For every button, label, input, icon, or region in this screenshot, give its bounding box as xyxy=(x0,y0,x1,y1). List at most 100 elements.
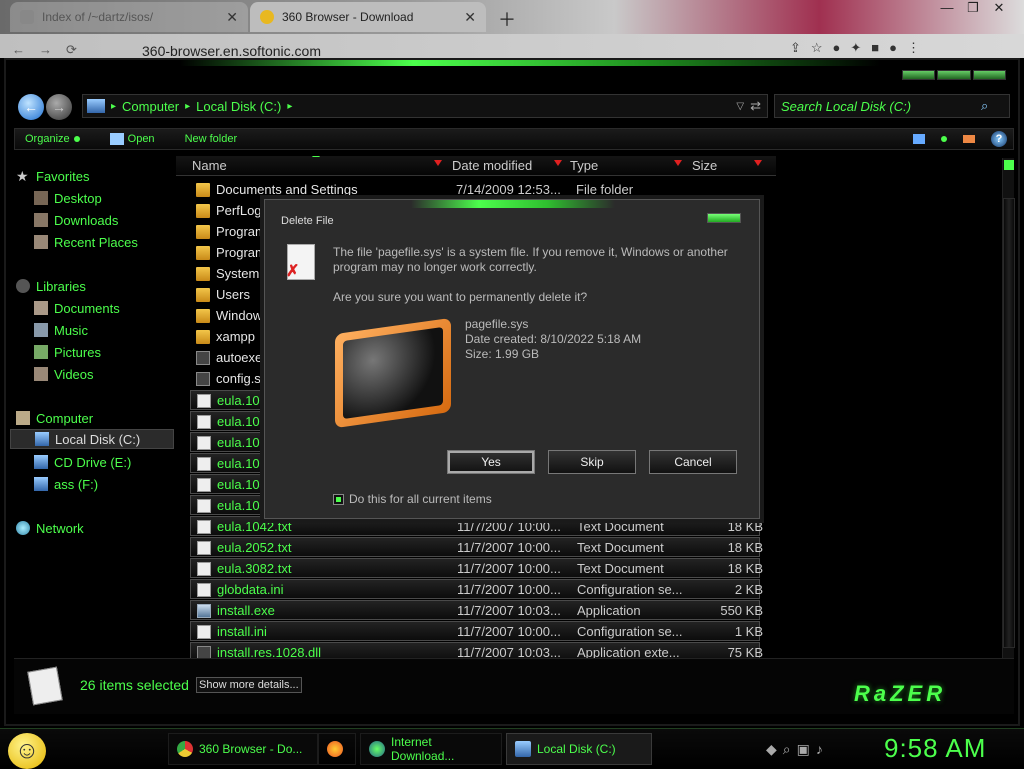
taskbar-item-360-browser[interactable]: 360 Browser - Do... xyxy=(168,733,318,765)
window-controls[interactable] xyxy=(902,70,1006,80)
skip-button[interactable]: Skip xyxy=(548,450,636,474)
text-file-icon xyxy=(197,457,211,471)
nav-computer[interactable]: Computer xyxy=(16,408,172,428)
back-button[interactable]: ← xyxy=(18,94,44,120)
page-icon xyxy=(20,10,34,24)
taskbar-item-firefox[interactable] xyxy=(318,733,356,765)
close-tab-icon[interactable]: ✕ xyxy=(226,9,238,26)
sort-icon[interactable] xyxy=(674,160,682,166)
nav-desktop[interactable]: Desktop xyxy=(16,188,172,208)
taskbar-clock[interactable]: 9:58 AM xyxy=(884,733,986,764)
open-button[interactable]: Open xyxy=(109,133,155,145)
vertical-scrollbar[interactable] xyxy=(1002,158,1015,714)
nav-favorites[interactable]: ★ Favorites xyxy=(16,166,172,186)
close-tab-icon[interactable]: ✕ xyxy=(464,9,476,26)
file-size: 1 KB xyxy=(734,624,763,639)
search-input[interactable] xyxy=(781,98,981,114)
browser-tab-360[interactable]: 360 Browser - Download ✕ xyxy=(250,2,486,32)
table-row[interactable]: eula.1042.txt 11/7/2007 10:00... Text Docu… xyxy=(190,516,763,536)
file-date: 11/7/2007 10:00... xyxy=(457,540,561,555)
breadcrumb-local-disk[interactable]: Local Disk (C:) xyxy=(196,99,281,114)
system-tray-icons[interactable]: ◆⌕▣♪ xyxy=(766,741,829,758)
view-controls: ? xyxy=(913,131,1007,147)
system-file-warning-icon: ✗ xyxy=(286,244,315,280)
file-type: Text Document xyxy=(577,561,664,576)
yes-button[interactable]: Yes xyxy=(447,450,535,474)
apply-all-checkbox[interactable] xyxy=(333,493,344,505)
taskbar-item-local-disk[interactable]: Local Disk (C:) xyxy=(506,733,652,765)
videos-icon xyxy=(34,367,48,381)
nav-ass-drive[interactable]: ass (F:) xyxy=(16,474,172,494)
view-icon[interactable] xyxy=(913,134,925,144)
nav-pictures[interactable]: Pictures xyxy=(16,342,172,362)
explorer-nav-bar: ← → ▸ Computer ▸ Local Disk (C:) ▸ ▽ ⇄ ⌕ xyxy=(14,90,1014,124)
dialog-title: Delete File xyxy=(281,215,334,227)
apply-all-checkbox-row[interactable]: Do this for all current items xyxy=(333,492,492,506)
url-field[interactable]: 360-browser.en.softonic.com xyxy=(142,43,321,59)
open-icon xyxy=(109,133,124,145)
browser-nav-icons[interactable]: ←→⟳ xyxy=(12,42,91,58)
browser-toolbar-icons[interactable]: ⇪☆●✦■●⋮ xyxy=(790,40,930,56)
file-date: 7/14/2009 12:53... xyxy=(456,182,561,197)
column-name[interactable]: Name xyxy=(192,158,227,173)
file-type: Configuration se... xyxy=(577,624,683,639)
sort-icon[interactable] xyxy=(434,160,442,166)
nav-network[interactable]: Network xyxy=(16,518,172,538)
sort-icon[interactable] xyxy=(554,160,562,166)
taskbar-item-internet-download[interactable]: Internet Download... xyxy=(360,733,502,765)
browser-tab-index[interactable]: Index of /~dartz/isos/ ✕ xyxy=(10,2,248,32)
nav-downloads[interactable]: Downloads xyxy=(16,210,172,230)
table-row[interactable]: install.exe 11/7/2007 10:03... Application… xyxy=(190,600,763,620)
file-size-label: Size: 1.99 GB xyxy=(465,347,540,361)
tab-label: 360 Browser - Download xyxy=(282,10,414,24)
dialog-close-button[interactable] xyxy=(707,213,741,223)
refresh-icon[interactable]: ⇄ xyxy=(750,98,761,114)
sort-icon[interactable] xyxy=(754,160,762,166)
file-name: eula.2052.txt xyxy=(217,540,292,555)
table-row[interactable]: globdata.ini 11/7/2007 10:00... Configurat… xyxy=(190,579,763,599)
search-icon[interactable]: ⌕ xyxy=(981,98,988,114)
new-folder-button[interactable]: New folder xyxy=(185,133,238,145)
nav-music[interactable]: Music xyxy=(16,320,172,340)
table-row[interactable]: install.ini 11/7/2007 10:00... Configurati… xyxy=(190,621,763,641)
nav-label: Documents xyxy=(54,300,120,316)
table-row[interactable]: Documents and Settings 7/14/2009 12:53...… xyxy=(190,180,760,200)
close-icon[interactable]: ✕ xyxy=(988,0,1010,18)
file-type: File folder xyxy=(576,182,634,197)
cancel-button[interactable]: Cancel xyxy=(649,450,737,474)
help-icon[interactable]: ? xyxy=(991,131,1007,147)
nav-recent-places[interactable]: Recent Places xyxy=(16,232,172,252)
file-name: globdata.ini xyxy=(217,582,284,597)
dropdown-icon[interactable]: ▽ xyxy=(736,101,744,112)
file-name: Documents and Settings xyxy=(216,182,358,197)
nav-label: Desktop xyxy=(54,190,102,206)
organize-button[interactable]: Organize xyxy=(25,133,80,145)
start-button-smiley-icon[interactable]: ☺ xyxy=(8,733,46,769)
breadcrumb-computer[interactable]: Computer xyxy=(122,99,179,114)
nav-documents[interactable]: Documents xyxy=(16,298,172,318)
column-size[interactable]: Size xyxy=(692,158,717,173)
scroll-up-icon[interactable] xyxy=(1004,160,1014,170)
file-size: 550 KB xyxy=(720,603,763,618)
forward-button[interactable]: → xyxy=(46,94,72,120)
table-row[interactable]: eula.2052.txt 11/7/2007 10:00... Text Docu… xyxy=(190,537,763,557)
nav-videos[interactable]: Videos xyxy=(16,364,172,384)
table-row[interactable]: eula.3082.txt 11/7/2007 10:00... Text Docu… xyxy=(190,558,763,578)
nav-label: CD Drive (E:) xyxy=(54,454,132,470)
search-box[interactable]: ⌕ xyxy=(774,94,1010,118)
file-type: Text Document xyxy=(577,519,664,534)
minimize-icon[interactable]: — xyxy=(936,0,958,18)
restore-icon[interactable]: ❐ xyxy=(962,0,984,18)
show-more-details-button[interactable]: Show more details... xyxy=(196,677,302,693)
nav-local-disk[interactable]: Local Disk (C:) xyxy=(10,429,174,449)
preview-pane-icon[interactable] xyxy=(963,135,975,143)
nav-cd-drive[interactable]: CD Drive (E:) xyxy=(16,452,172,472)
column-date[interactable]: Date modified xyxy=(452,158,532,173)
scroll-thumb[interactable] xyxy=(1003,198,1015,648)
new-tab-icon[interactable]: ＋ xyxy=(498,6,516,32)
column-type[interactable]: Type xyxy=(570,158,598,173)
nav-libraries[interactable]: Libraries xyxy=(16,276,172,296)
view-dropdown-icon[interactable] xyxy=(941,136,947,142)
file-date: 11/7/2007 10:00... xyxy=(457,624,561,639)
breadcrumb[interactable]: ▸ Computer ▸ Local Disk (C:) ▸ ▽ ⇄ xyxy=(82,94,768,118)
